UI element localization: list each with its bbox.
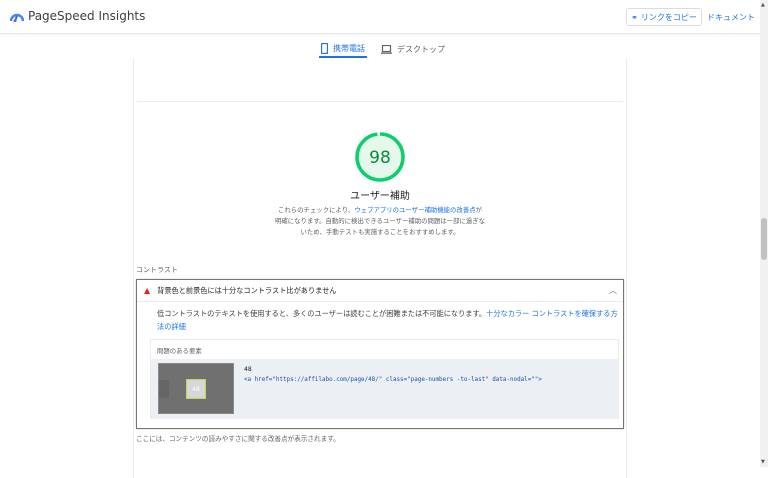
copy-link-label: リンクをコピー xyxy=(640,12,697,22)
warning-triangle-icon: ▲ xyxy=(144,286,151,295)
desc-text: これらのチェックにより、 xyxy=(278,206,355,214)
thumb-text: 48 xyxy=(186,379,206,399)
node-label: 48 xyxy=(244,365,252,373)
docs-link[interactable]: ドキュメント xyxy=(707,12,755,23)
divider xyxy=(137,101,623,102)
node-snippet: <a href="https://affilabo.com/page/48/" … xyxy=(244,377,542,383)
tab-mobile[interactable]: 携帯電話 xyxy=(319,40,367,58)
app-title[interactable]: PageSpeed Insights xyxy=(28,9,145,23)
scroll-down-arrow-icon[interactable]: ▼ xyxy=(761,459,765,465)
pagespeed-logo-icon xyxy=(10,13,24,22)
category-description: これらのチェックにより、ウェブアプリのユーザー補助機能の改善点が明確になります。… xyxy=(275,205,485,238)
failing-elements-table: 問題のある要素 48 48 <a href="https://affilabo.… xyxy=(150,339,619,419)
audit-desc-text: 低コントラストのテキストを使用すると、多くのユーザーは読むことが困難または不可能… xyxy=(157,309,487,318)
tab-desktop[interactable]: デスクトップ xyxy=(381,40,445,58)
table-header: 問題のある要素 xyxy=(157,347,202,355)
group-label: コントラスト xyxy=(136,266,178,274)
score-value: 98 xyxy=(369,148,391,168)
category-title: ユーザー補助 xyxy=(350,191,410,202)
link-icon: ⚭ xyxy=(631,12,638,22)
tab-label: デスクトップ xyxy=(397,44,445,54)
element-screenshot: 48 xyxy=(158,363,234,414)
chevron-up-icon[interactable]: ︿ xyxy=(609,285,617,296)
table-row[interactable]: 48 48 <a href="https://affilabo.com/page… xyxy=(151,359,618,419)
scrollbar-thumb[interactable] xyxy=(761,218,767,260)
group-footer-text: ここには、コンテンツの読みやすさに関する改善点が表示されます。 xyxy=(136,435,340,443)
audit-header[interactable]: ▲ 背景色と前景色には十分なコントラスト比がありません ︿ xyxy=(137,280,623,302)
laptop-icon xyxy=(381,44,392,54)
tab-label: 携帯電話 xyxy=(333,43,365,53)
audit-description: 低コントラストのテキストを使用すると、多くのユーザーは読むことが困難または不可能… xyxy=(157,307,619,333)
score-gauge: 98 xyxy=(355,132,405,182)
scroll-up-arrow-icon[interactable]: ▲ xyxy=(761,2,765,8)
desc-link[interactable]: ウェブアプリのユーザー補助機能の改善点 xyxy=(354,206,475,214)
audit-title: 背景色と前景色には十分なコントラスト比がありません xyxy=(157,285,337,295)
audit-contrast: ▲ 背景色と前景色には十分なコントラスト比がありません ︿ 低コントラストのテキ… xyxy=(136,279,624,429)
phone-icon xyxy=(321,42,328,54)
app-header: PageSpeed Insights ⚭ リンクをコピー ドキュメント xyxy=(0,0,760,34)
copy-link-button[interactable]: ⚭ リンクをコピー xyxy=(626,8,702,26)
